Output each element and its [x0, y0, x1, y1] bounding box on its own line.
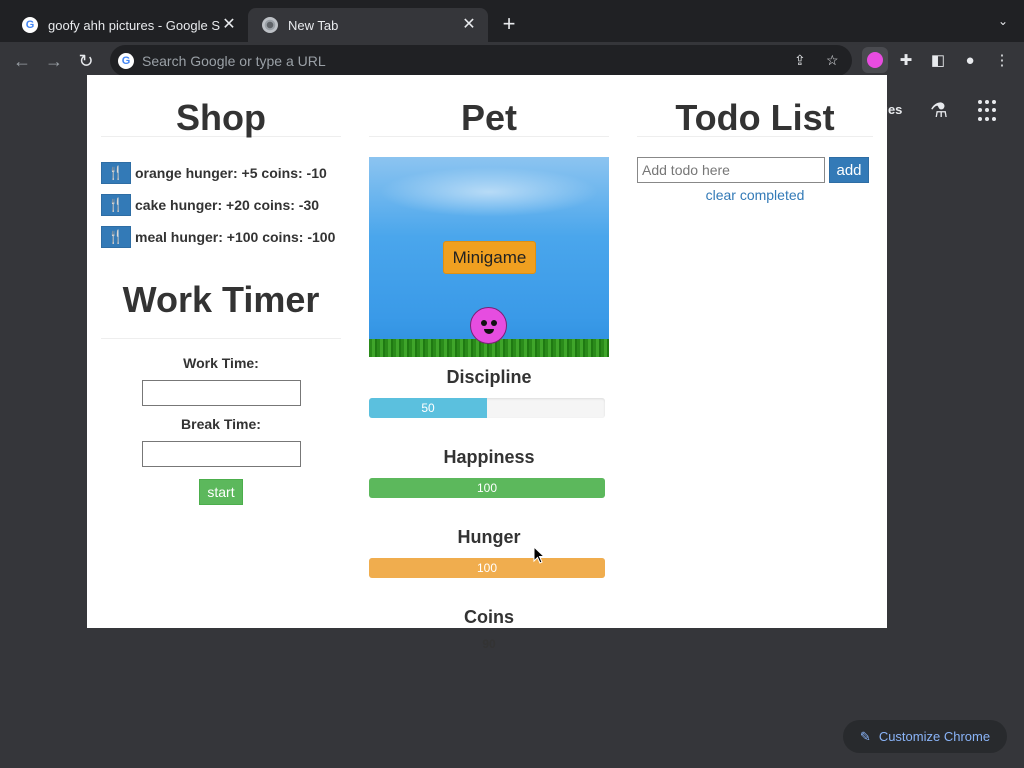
profile-icon[interactable]: ●: [959, 50, 981, 72]
clear-completed-link[interactable]: clear completed: [637, 187, 873, 203]
happiness-progress-bar: 100: [369, 478, 605, 498]
mouse-cursor-icon: [533, 546, 545, 564]
buy-cake-button[interactable]: 🍴: [101, 194, 131, 216]
omnibox-placeholder: Search Google or type a URL: [142, 52, 326, 69]
todo-form: add: [637, 157, 873, 183]
discipline-progress-fill: 50: [369, 398, 487, 418]
close-icon[interactable]: ✕: [460, 16, 478, 34]
work-timer-title: Work Timer: [122, 279, 320, 320]
break-time-input[interactable]: [141, 441, 301, 467]
shop-item-cake: 🍴 cake hunger: +20 coins: -30: [101, 189, 341, 221]
tab-title: goofy ahh pictures - Google Search: [48, 17, 220, 33]
back-icon[interactable]: ←: [11, 50, 33, 72]
google-icon: G: [22, 17, 38, 33]
pet-eye: [481, 320, 487, 326]
buy-meal-button[interactable]: 🍴: [101, 226, 131, 248]
google-icon: G: [118, 52, 134, 69]
hunger-progress-bar: 100: [369, 558, 605, 578]
chevron-down-icon[interactable]: ⌄: [994, 14, 1012, 34]
pet-title: Pet: [369, 75, 609, 138]
todo-title: Todo List: [637, 75, 873, 138]
chrome-icon: [262, 17, 278, 33]
share-icon[interactable]: ⇪: [794, 52, 806, 69]
reload-icon[interactable]: ↻: [75, 50, 97, 72]
happiness-label: Happiness: [443, 447, 535, 467]
bookmark-star-icon[interactable]: ☆: [826, 52, 839, 69]
fork-knife-icon: 🍴: [107, 229, 125, 244]
shop-item-orange: 🍴 orange hunger: +5 coins: -10: [101, 157, 341, 189]
discipline-progress-bar: 50: [369, 398, 605, 418]
buy-orange-button[interactable]: 🍴: [101, 162, 131, 184]
pet-eye: [491, 320, 497, 326]
shop-item-meal: 🍴 meal hunger: +100 coins: -100: [101, 221, 341, 253]
shop-item-label: orange hunger: +5 coins: -10: [135, 165, 327, 181]
add-todo-button[interactable]: add: [829, 157, 869, 183]
minigame-button[interactable]: Minigame: [443, 241, 536, 274]
pet-character[interactable]: [470, 307, 507, 344]
tab-google-search[interactable]: G goofy ahh pictures - Google Search ✕: [8, 8, 248, 42]
hunger-label: Hunger: [457, 527, 521, 547]
tab-title: New Tab: [288, 17, 339, 33]
pencil-icon: ✎: [859, 728, 871, 744]
pet-mouth: [484, 329, 494, 334]
apps-grid-icon[interactable]: [978, 100, 1000, 122]
tab-strip: G goofy ahh pictures - Google Search ✕ N…: [0, 0, 1024, 42]
discipline-stat: Discipline 50: [369, 367, 609, 437]
shop-list: 🍴 orange hunger: +5 coins: -10 🍴 cake hu…: [101, 157, 341, 253]
fork-knife-icon: 🍴: [107, 165, 125, 180]
extensions-puzzle-icon[interactable]: ✚: [895, 50, 917, 72]
shop-title: Shop: [101, 75, 341, 138]
coins-label: Coins: [463, 607, 514, 627]
hunger-stat: Hunger 100: [369, 527, 609, 597]
break-time-label: Break Time:: [181, 416, 261, 432]
pet-face-icon: [867, 52, 883, 68]
todo-column: Todo List add clear completed: [637, 75, 873, 203]
work-timer-header: Work Timer: [101, 275, 341, 339]
fork-knife-icon: 🍴: [107, 197, 125, 212]
menu-kebab-icon[interactable]: ⋮: [991, 50, 1013, 72]
customize-label: Customize Chrome: [878, 729, 991, 744]
tab-new-tab[interactable]: New Tab ✕: [248, 8, 488, 42]
happiness-stat: Happiness 100: [369, 447, 609, 517]
pet-extension-icon[interactable]: [862, 47, 888, 73]
coins-value: 90: [482, 637, 496, 651]
shop-item-label: cake hunger: +20 coins: -30: [135, 197, 320, 213]
labs-flask-icon[interactable]: ⚗: [930, 98, 954, 124]
hunger-progress-fill: 100: [369, 558, 605, 578]
pet-column: Pet Minigame Discipline 50 Happiness 100: [369, 75, 609, 651]
new-tab-button[interactable]: +: [498, 13, 520, 36]
customize-chrome-button[interactable]: ✎ Customize Chrome: [843, 720, 1007, 753]
happiness-progress-fill: 100: [369, 478, 605, 498]
shop-item-label: meal hunger: +100 coins: -100: [135, 229, 336, 245]
toolbar: ← → ↻ G Search Google or type a URL ⇪ ☆ …: [0, 42, 1024, 79]
forward-icon[interactable]: →: [43, 50, 65, 72]
cloud: [379, 167, 599, 217]
pet-scene: Minigame: [369, 157, 609, 357]
discipline-label: Discipline: [446, 367, 532, 387]
shop-column: Shop 🍴 orange hunger: +5 coins: -10 🍴 ca…: [101, 75, 341, 505]
pet-extension-popup: Shop 🍴 orange hunger: +5 coins: -10 🍴 ca…: [87, 75, 887, 651]
work-time-label: Work Time:: [183, 355, 259, 371]
start-timer-button[interactable]: start: [199, 479, 243, 505]
todo-input[interactable]: [637, 157, 825, 183]
omnibox[interactable]: G Search Google or type a URL ⇪ ☆: [110, 45, 852, 76]
close-icon[interactable]: ✕: [220, 16, 238, 34]
side-panel-icon[interactable]: ◧: [927, 50, 949, 72]
work-time-input[interactable]: [141, 380, 301, 406]
